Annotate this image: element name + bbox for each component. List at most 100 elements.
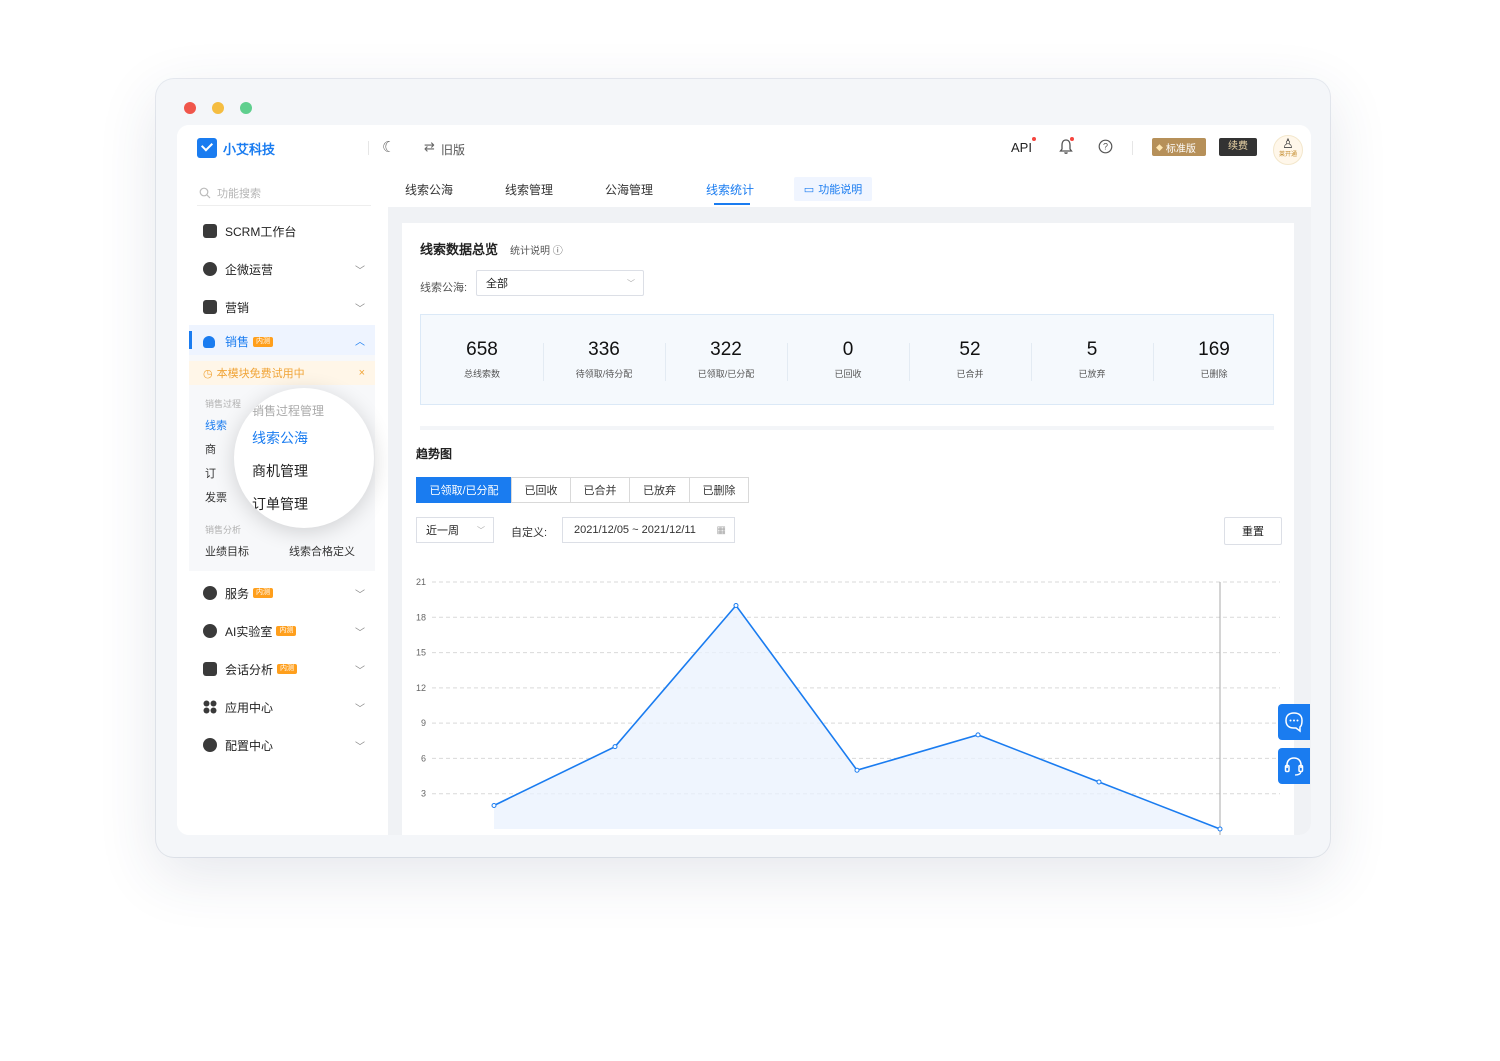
- window-maximize-dot[interactable]: [240, 102, 252, 114]
- brand-logo[interactable]: 小艾科技: [197, 138, 275, 158]
- edition-badge[interactable]: ◆ 标准版: [1152, 138, 1206, 156]
- beta-tag: 内测: [277, 664, 298, 674]
- old-version-link[interactable]: 旧版: [441, 141, 465, 158]
- overview-title: 线索数据总览: [420, 242, 499, 257]
- tab-lead-management[interactable]: 线索管理: [505, 181, 553, 198]
- calendar-icon: ▦: [716, 524, 726, 536]
- stats-help-label: 统计说明: [510, 246, 550, 257]
- sales-analysis-heading: 销售分析: [205, 525, 242, 535]
- ai-icon: [203, 624, 217, 638]
- search-icon: [199, 187, 211, 199]
- zoom-magnifier: 销售过程管理 线索公海 商机管理 订单管理: [234, 388, 374, 528]
- sidebar-item-ai-lab[interactable]: AI实验室 内测 ﹀: [189, 616, 375, 646]
- segment-abandoned[interactable]: 已放弃: [629, 477, 690, 503]
- api-link[interactable]: API: [1011, 140, 1032, 155]
- y-tick-label: 18: [416, 612, 426, 622]
- y-tick-label: 3: [421, 789, 426, 799]
- active-tab-underline: [714, 203, 750, 205]
- stat-claimed: 322 已领取/已分配: [665, 339, 787, 380]
- sidebar-item-wecom[interactable]: 企微运营 ﹀: [189, 254, 375, 284]
- sidebar-item-apps[interactable]: 应用中心 ﹀: [189, 692, 375, 722]
- diamond-icon: ◆: [1156, 141, 1163, 152]
- sidebar-item-marketing[interactable]: 营销 ﹀: [189, 292, 375, 322]
- trial-text: 本模块免费试用中: [216, 368, 305, 380]
- chat-analysis-icon: [203, 662, 217, 676]
- data-point: [1217, 826, 1223, 832]
- sidebar-item-scrm[interactable]: SCRM工作台: [189, 216, 375, 246]
- sales-link-opportunities[interactable]: 商: [205, 441, 216, 457]
- gear-icon: [203, 738, 217, 752]
- tab-lead-pool[interactable]: 线索公海: [405, 181, 453, 198]
- sales-link-leads[interactable]: 线索: [205, 417, 227, 433]
- stats-summary: 658 总线索数 336 待领取/待分配 322 已领取/已分配 0 已回收 52 已合并…: [420, 314, 1274, 405]
- sidebar-item-sales[interactable]: 销售 内测 ︿: [189, 325, 375, 355]
- marketing-icon: [203, 300, 217, 314]
- y-tick-label: 12: [416, 683, 426, 693]
- sales-link-lead-qualification[interactable]: 线索合格定义: [289, 543, 355, 559]
- support-float-button[interactable]: [1278, 748, 1310, 784]
- moon-icon[interactable]: ☾: [382, 138, 395, 156]
- beta-tag: 内测: [253, 588, 274, 598]
- user-icon: [203, 335, 215, 348]
- stat-value: 322: [710, 339, 742, 360]
- heart-icon: [203, 586, 217, 600]
- tab-pool-management[interactable]: 公海管理: [605, 181, 653, 198]
- magnifier-link-leads[interactable]: 线索公海: [252, 428, 308, 448]
- api-notice-dot: [1032, 137, 1036, 141]
- sales-link-invoices[interactable]: 发票: [205, 489, 227, 505]
- avatar[interactable]: ♙ 莱开通: [1273, 135, 1303, 165]
- sales-link-targets[interactable]: 业绩目标: [205, 543, 249, 559]
- tab-lead-statistics[interactable]: 线索统计: [706, 181, 754, 198]
- avatar-figure-icon: ♙: [1282, 136, 1294, 151]
- feature-guide-button[interactable]: ▭ 功能说明: [794, 177, 872, 201]
- date-range-value: 2021/12/05 ~ 2021/12/11: [574, 524, 696, 536]
- date-range-picker[interactable]: 2021/12/05 ~ 2021/12/11 ▦: [562, 517, 735, 543]
- reset-button[interactable]: 重置: [1224, 517, 1282, 545]
- sidebar-search[interactable]: 功能搜索: [197, 181, 371, 206]
- y-tick-label: 15: [416, 648, 426, 658]
- chevron-up-icon[interactable]: ︿: [355, 333, 365, 348]
- help-icon[interactable]: ?: [1098, 139, 1113, 154]
- pool-filter-value: 全部: [486, 278, 508, 290]
- sidebar: 功能搜索 SCRM工作台 企微运营 ﹀ 营销 ﹀ 销售 内测 ︿ ◷ 本模块免费…: [177, 171, 388, 835]
- question-icon: ⓘ: [552, 246, 563, 257]
- range-select[interactable]: 近一周 ﹀: [416, 517, 494, 543]
- header-divider-2: [1132, 141, 1133, 155]
- segment-deleted[interactable]: 已删除: [689, 477, 749, 503]
- stats-help-link[interactable]: 统计说明 ⓘ: [510, 242, 563, 257]
- segment-merged[interactable]: 已合并: [570, 477, 630, 503]
- beta-tag: 内测: [253, 336, 274, 347]
- stat-value: 658: [466, 339, 498, 360]
- stat-merged: 52 已合并: [909, 339, 1031, 380]
- chevron-down-icon: ﹀: [355, 741, 365, 753]
- sidebar-item-service[interactable]: 服务 内测 ﹀: [189, 578, 375, 608]
- window-close-dot[interactable]: [184, 102, 196, 114]
- stat-value: 52: [959, 339, 981, 360]
- chevron-down-icon: ﹀: [355, 265, 365, 277]
- stat-value: 5: [1086, 339, 1098, 360]
- data-point: [733, 603, 739, 609]
- chat-float-button[interactable]: [1278, 704, 1310, 740]
- y-tick-label: 6: [421, 753, 426, 763]
- sales-link-orders[interactable]: 订: [205, 465, 216, 481]
- segment-claimed[interactable]: 已领取/已分配: [416, 477, 512, 503]
- sidebar-item-label: 配置中心: [225, 738, 274, 753]
- magnifier-link-orders[interactable]: 订单管理: [252, 494, 308, 514]
- header-divider: [368, 141, 369, 155]
- window-minimize-dot[interactable]: [212, 102, 224, 114]
- stat-label: 已放弃: [1078, 369, 1106, 379]
- sidebar-item-conversation[interactable]: 会话分析 内测 ﹀: [189, 654, 375, 684]
- sidebar-item-config[interactable]: 配置中心 ﹀: [189, 730, 375, 760]
- stat-label: 已合并: [956, 369, 984, 379]
- magnifier-link-opportunities[interactable]: 商机管理: [252, 461, 308, 481]
- chevron-down-icon: ﹀: [355, 703, 365, 715]
- book-icon: ▭: [803, 183, 815, 196]
- segment-recycled[interactable]: 已回收: [511, 477, 571, 503]
- renew-button[interactable]: 续费: [1219, 138, 1257, 156]
- stat-total: 658 总线索数: [421, 339, 543, 380]
- range-value: 近一周: [426, 525, 459, 537]
- pool-filter-select[interactable]: 全部 ﹀: [476, 270, 644, 296]
- close-icon[interactable]: ×: [359, 367, 365, 379]
- stat-recycled: 0 已回收: [787, 339, 909, 380]
- stat-abandoned: 5 已放弃: [1031, 339, 1153, 380]
